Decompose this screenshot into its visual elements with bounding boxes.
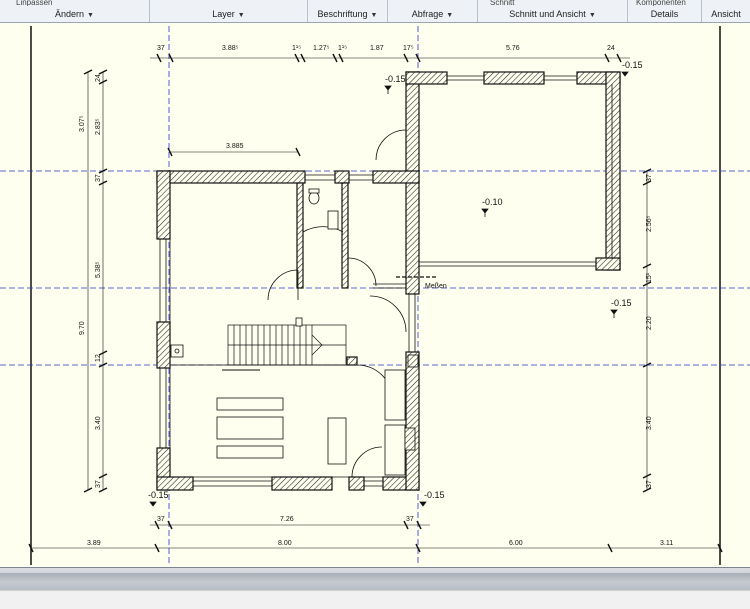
dim-top: 17⁵ (403, 45, 414, 52)
level-label: -0.15 (622, 60, 643, 70)
ribbon-group-layer[interactable]: Layer ▼ (150, 0, 308, 22)
ribbon-group-label: Details (650, 9, 679, 19)
dim-left: 5.38⁵ (95, 261, 102, 278)
staircase (222, 324, 347, 371)
dim-bottom-inner: 7.26 (280, 516, 294, 523)
ribbon-group-schnitt-ansicht[interactable]: Schnitt Schnitt und Ansicht ▼ (478, 0, 628, 22)
dim-top: 37 (157, 45, 165, 52)
dim-bottom-outer: 3.11 (660, 540, 673, 547)
ribbon-group-details[interactable]: Komponenten Details (628, 0, 702, 22)
ribbon-group-label: Ansicht (711, 9, 741, 19)
chevron-down-icon[interactable]: ▼ (87, 12, 94, 19)
dim-right: 3.40 (646, 416, 653, 430)
dim-bottom-inner: 37 (406, 516, 414, 523)
dim-top: 1¹⁵ (338, 45, 347, 52)
dim-right: 2.56⁵ (646, 215, 653, 232)
ribbon-group-top-text: Schnitt (490, 0, 515, 6)
level-label: -0.15 (424, 490, 445, 500)
dim-right: 2.20 (646, 316, 653, 330)
dim-left: 2.83⁵ (95, 118, 102, 135)
dim-inner-top: 3.885 (226, 143, 244, 150)
dim-right: 37 (646, 480, 653, 488)
dim-bottom-inner: 37 (157, 516, 165, 523)
ribbon-group-abfrage[interactable]: Abfrage ▼ (388, 0, 478, 22)
dim-left: 9.70 (79, 321, 86, 335)
dim-bottom-outer: 3.89 (87, 540, 101, 547)
dim-top: 1.87 (370, 45, 384, 52)
level-label: -0.15 (385, 74, 406, 84)
meter-label: Meßen (425, 283, 447, 290)
dim-left: 37 (95, 174, 102, 182)
ribbon-group-top-text: Komponenten (636, 0, 686, 6)
chevron-down-icon[interactable]: ▼ (589, 12, 596, 19)
chevron-down-icon[interactable]: ▼ (238, 12, 245, 19)
chevron-down-icon[interactable]: ▼ (371, 12, 378, 19)
chevron-down-icon[interactable]: ▼ (446, 12, 453, 19)
bottom-strip (0, 590, 750, 609)
drawing-canvas[interactable]: Meßen 37 3.88⁵ 1¹⁵ 1.27⁵ 1¹⁵ 1.87 17⁵ 5.… (0, 23, 750, 567)
ribbon-toolbar: Linpassen Ändern ▼ Layer ▼ Beschriftung ▼ A… (0, 0, 750, 23)
dim-left: 37 (95, 480, 102, 488)
dim-left: 12 (95, 354, 102, 362)
dim-top: 1¹⁵ (292, 45, 301, 52)
dim-top: 24 (607, 45, 615, 52)
dim-right: 37 (646, 174, 653, 182)
dim-bottom-outer: 6.00 (509, 540, 523, 547)
status-bar (0, 567, 750, 590)
level-label: -0.15 (611, 298, 632, 308)
dim-left: 24 (95, 74, 102, 82)
dim-bottom-outer: 8.00 (278, 540, 292, 547)
ribbon-group-label: Ändern (55, 9, 85, 19)
status-bar-track (0, 573, 750, 583)
fixtures (170, 188, 419, 476)
dim-top: 5.76 (506, 45, 520, 52)
level-label: -0.15 (148, 490, 169, 500)
dim-right: 15¹ (646, 272, 653, 283)
dim-top: 3.88⁵ (222, 45, 239, 52)
ribbon-group-top-text: Linpassen (16, 0, 53, 6)
level-label: -0.10 (482, 197, 503, 207)
axis-lines (0, 26, 750, 565)
ribbon-group-label: Beschriftung (317, 9, 368, 19)
ribbon-group-beschriftung[interactable]: Beschriftung ▼ (308, 0, 388, 22)
ribbon-group-label: Schnitt und Ansicht (509, 9, 586, 19)
ribbon-group-aendern[interactable]: Linpassen Ändern ▼ (0, 0, 150, 22)
ribbon-group-ansicht[interactable]: Ansicht (702, 0, 750, 22)
ribbon-group-label: Layer (212, 9, 235, 19)
dim-left: 3.40 (95, 416, 102, 430)
dim-top: 1.27⁵ (313, 45, 330, 52)
dim-left: 3.07⁵ (79, 115, 86, 132)
ribbon-group-label: Abfrage (411, 9, 444, 19)
